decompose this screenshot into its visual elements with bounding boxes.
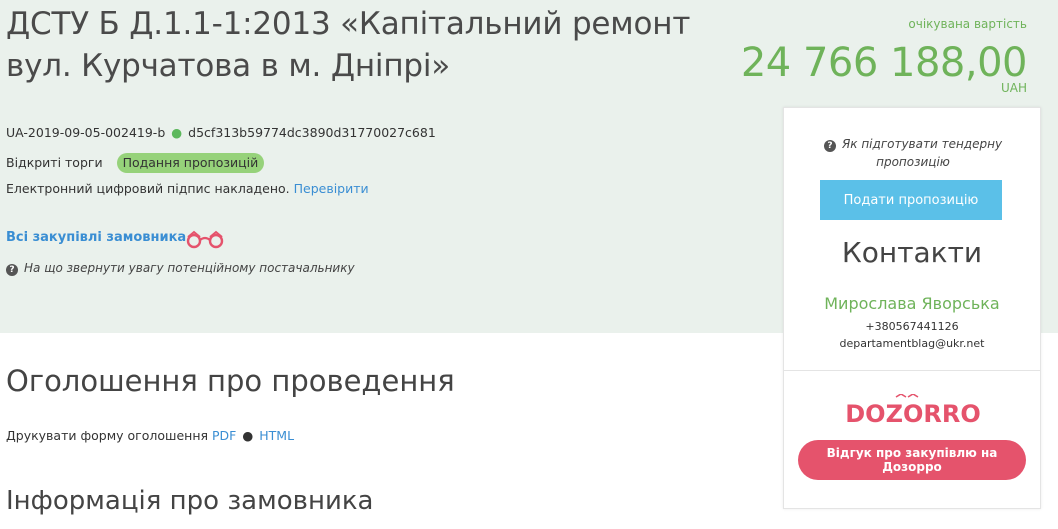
supplier-hint-text: На що звернути увагу потенційному постач… — [24, 261, 355, 275]
print-label: Друкувати форму оголошення — [6, 428, 209, 443]
dozorro-logo-text: DOZORRO — [845, 400, 981, 426]
procedure-type: Відкриті торги — [6, 155, 103, 170]
signature-line: Електронний цифровий підпис накладено. П… — [6, 181, 369, 196]
contact-name: Мирослава Яворська — [824, 294, 1000, 313]
tender-title: ДСТУ Б Д.1.1-1:2013 «Капітальний ремонт … — [6, 6, 691, 84]
howto-text: Як підготувати тендерну пропозицію — [841, 137, 1003, 169]
buyer-info-heading: Інформація про замовника — [6, 486, 374, 516]
sidebar-card: ? Як підготувати тендерну пропозицію Пода… — [783, 107, 1041, 509]
print-line: Друкувати форму оголошення PDF ● HTML — [6, 428, 294, 443]
submit-proposal-button[interactable]: Подати пропозицію — [820, 180, 1002, 220]
print-pdf-link[interactable]: PDF — [212, 428, 236, 443]
announcement-heading: Оголошення про проведення — [6, 364, 455, 398]
contacts-heading: Контакти — [841, 236, 983, 269]
contact-phone: +380567441126 — [865, 320, 959, 333]
dozorro-logo: DOZORRO — [845, 394, 981, 426]
tender-id: UA-2019-09-05-002419-b — [6, 125, 166, 140]
card-divider — [784, 370, 1040, 371]
tender-id-line: UA-2019-09-05-002419-b ● d5cf313b59774dc… — [6, 125, 436, 140]
contact-email: departamentblag@ukr.net — [839, 337, 985, 350]
print-html-link[interactable]: HTML — [259, 428, 294, 443]
howto-link[interactable]: ? Як підготувати тендерну пропозицію — [802, 135, 1024, 171]
question-circle-icon: ? — [6, 264, 18, 276]
verify-signature-link[interactable]: Перевірити — [294, 181, 369, 196]
dozorro-feedback-button[interactable]: Відгук про закупівлю на Дозорро — [798, 440, 1026, 480]
procedure-line: Відкриті торги Подання пропозицій — [6, 153, 265, 173]
expected-value-label: очікувана вартість — [908, 17, 1027, 31]
signature-text: Електронний цифровий підпис накладено. — [6, 181, 290, 196]
binoculars-icon[interactable] — [184, 229, 226, 249]
all-buyer-purchases-link[interactable]: Всі закупівлі замовника — [6, 230, 186, 245]
question-circle-icon: ? — [823, 140, 836, 152]
tender-hash: d5cf313b59774dc3890d31770027c681 — [188, 125, 436, 140]
tender-amount: 24 766 188,00 — [740, 40, 1028, 86]
status-badge: Подання пропозицій — [116, 153, 265, 173]
separator-dot: ● — [171, 125, 183, 140]
supplier-hint[interactable]: ? На що звернути увагу потенційному поста… — [6, 261, 355, 276]
print-separator: ● — [242, 428, 254, 443]
tender-currency: UAH — [1000, 81, 1027, 95]
